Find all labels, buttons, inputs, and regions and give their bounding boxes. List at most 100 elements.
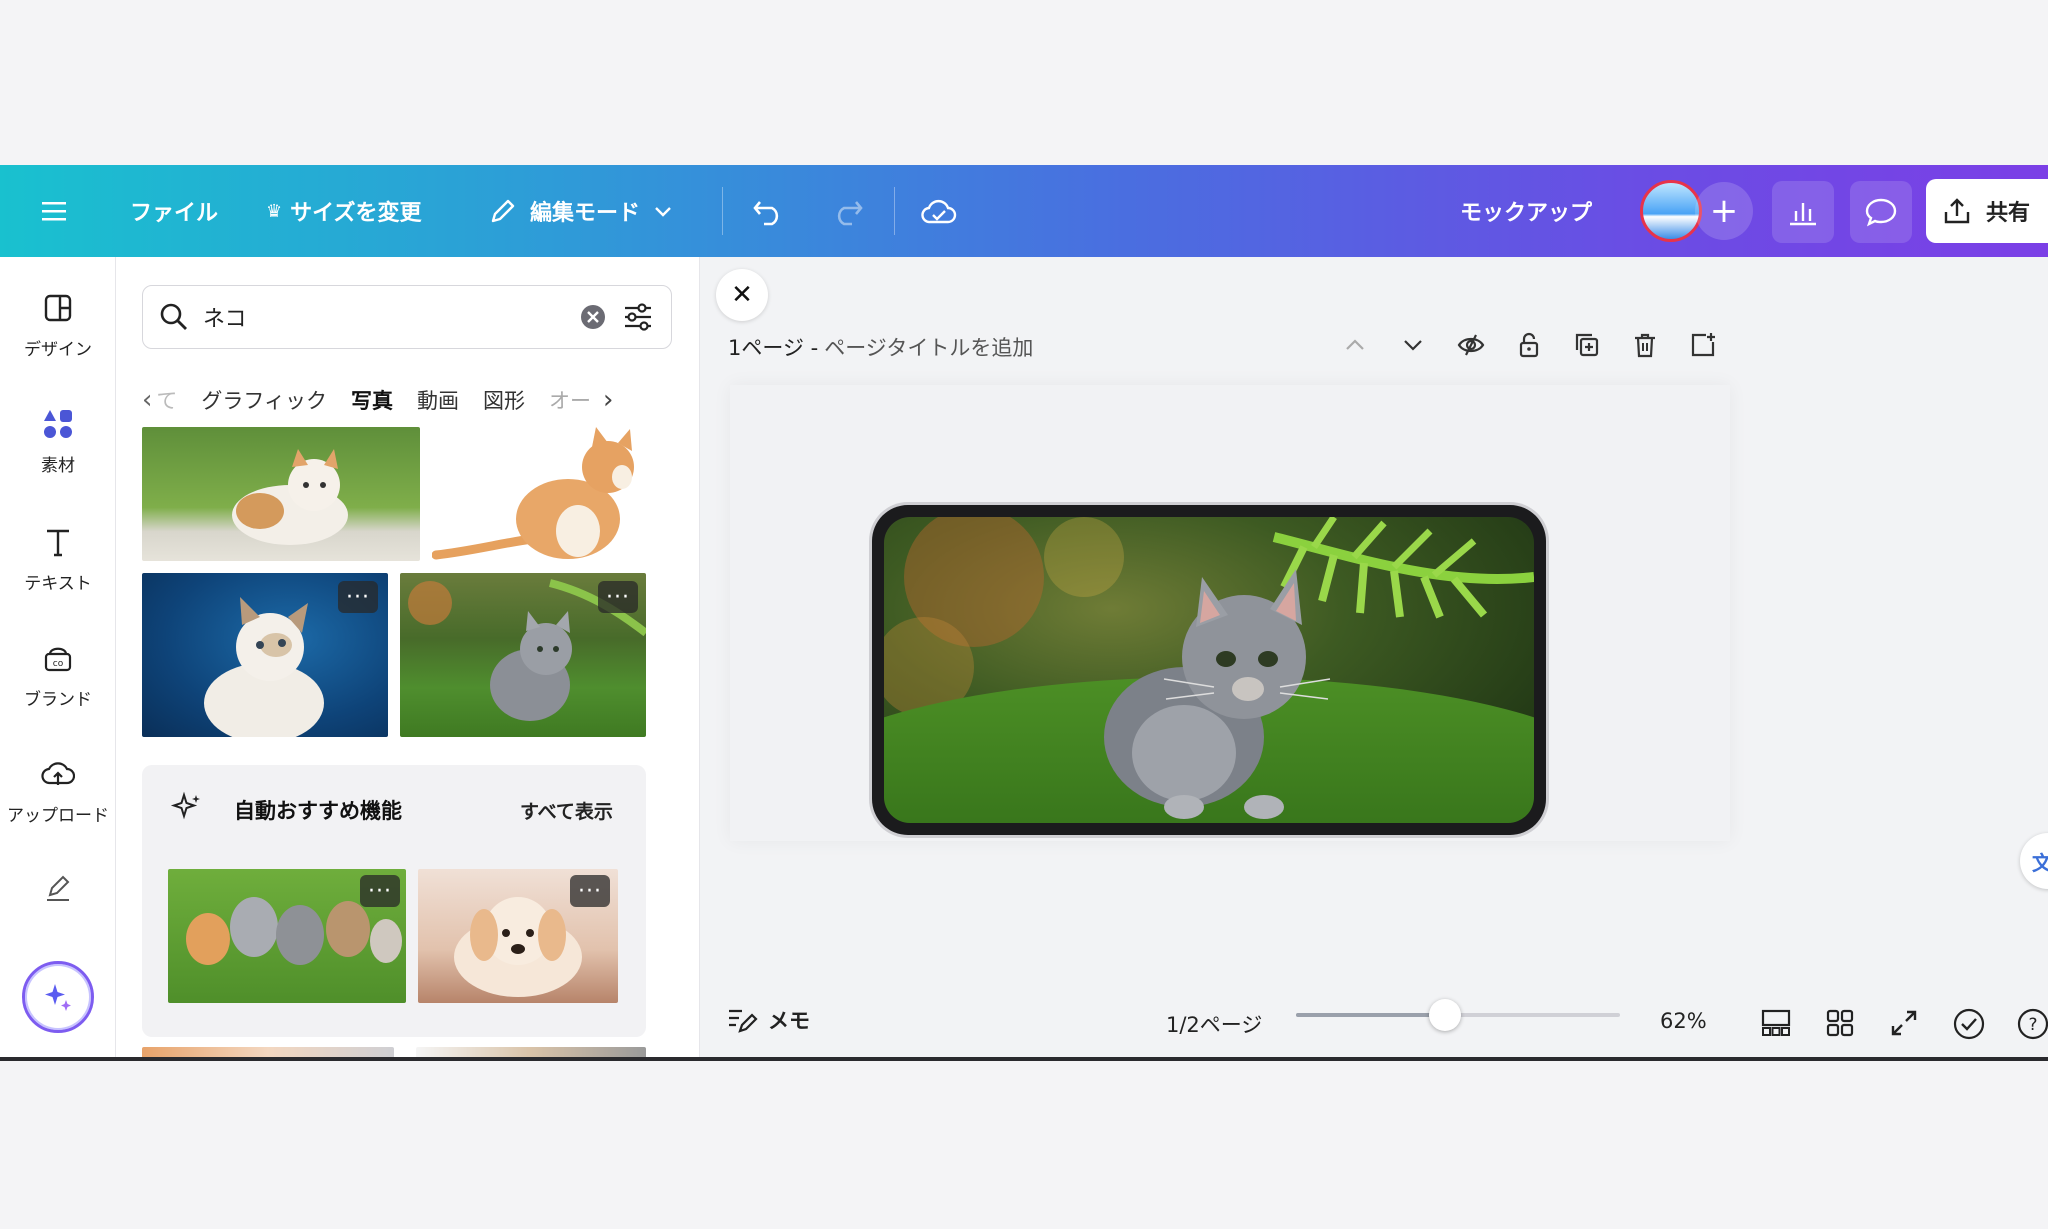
- tabs-right-chevron-icon[interactable]: ›: [603, 385, 613, 415]
- page-tools: [1340, 325, 1718, 365]
- file-menu-label: ファイル: [130, 201, 219, 226]
- tab-photos[interactable]: 写真: [339, 375, 405, 431]
- duplicate-icon[interactable]: [1572, 330, 1602, 360]
- rail-item-brand[interactable]: co ブランド: [0, 641, 116, 741]
- tab-label: 写真: [351, 389, 393, 413]
- edit-mode-dropdown[interactable]: 編集モード: [488, 165, 674, 257]
- grid-view-icon[interactable]: [1824, 1007, 1856, 1039]
- translate-glyph: 文: [2032, 850, 2048, 875]
- chevron-down-icon[interactable]: [1398, 330, 1428, 360]
- comment-icon[interactable]: [1850, 181, 1912, 243]
- crown-icon: ♛: [266, 200, 283, 222]
- tab-label: 動画: [417, 389, 459, 413]
- zoom-slider[interactable]: [1296, 999, 1620, 1031]
- zoom-slider-knob[interactable]: [1429, 999, 1462, 1031]
- tabs-left-chevron-icon[interactable]: ‹: [142, 385, 154, 415]
- fullscreen-icon[interactable]: [1888, 1007, 1920, 1039]
- check-circle-icon[interactable]: [1952, 1007, 1986, 1041]
- photo-fluffy-cat-blue[interactable]: ···: [142, 573, 388, 737]
- redo-icon[interactable]: [830, 165, 864, 257]
- clear-icon[interactable]: [579, 303, 607, 331]
- upload-icon: [41, 762, 75, 785]
- share-button[interactable]: 共有: [1926, 179, 2048, 243]
- category-tabs: ‹ て グラフィック 写真 動画 図形 オー ›: [142, 375, 682, 431]
- photo-grey-kitten-moss[interactable]: ···: [400, 573, 646, 737]
- tab-videos[interactable]: 動画: [405, 375, 471, 425]
- left-rail: デザイン 素材 テキスト co ブランド アップロード: [0, 257, 116, 1061]
- photo-kitten-on-grass[interactable]: [142, 427, 420, 561]
- search-input[interactable]: [203, 304, 565, 330]
- photo-kittens-group[interactable]: ···: [168, 869, 406, 1003]
- more-options-button[interactable]: ···: [360, 875, 400, 907]
- lock-icon[interactable]: [1514, 330, 1544, 360]
- tab-partial-left[interactable]: て: [154, 375, 189, 425]
- rail-item-text[interactable]: テキスト: [0, 525, 116, 625]
- cloud-saved-icon[interactable]: [920, 165, 958, 257]
- tab-label: 図形: [483, 389, 525, 413]
- more-options-button[interactable]: ···: [570, 875, 610, 907]
- tab-shapes[interactable]: 図形: [471, 375, 537, 425]
- rail-item-label: ブランド: [24, 690, 92, 710]
- tab-label: オー: [549, 389, 591, 413]
- share-label: 共有: [1986, 201, 2031, 226]
- magic-sparkle-button[interactable]: [22, 961, 94, 1033]
- avatar[interactable]: [1640, 180, 1702, 242]
- page-number-label: 1ページ -: [728, 336, 819, 360]
- rail-item-upload[interactable]: アップロード: [0, 757, 116, 857]
- more-options-button[interactable]: ···: [338, 581, 378, 613]
- add-page-icon[interactable]: [1688, 330, 1718, 360]
- zoom-value[interactable]: 62%: [1660, 1009, 1707, 1033]
- shapes-icon: [44, 410, 72, 438]
- auto-recommend-card: 自動おすすめ機能 すべて表示 ··· ···: [142, 765, 646, 1037]
- photo-puppy[interactable]: ···: [418, 869, 618, 1003]
- upload-share-icon: [1944, 198, 1970, 224]
- tab-audio[interactable]: オー: [537, 375, 603, 425]
- page-count[interactable]: 1/2ページ: [1166, 1009, 1262, 1039]
- design-page[interactable]: [730, 385, 1730, 841]
- rail-item-label: デザイン: [24, 340, 92, 360]
- notes-button[interactable]: メモ: [726, 1005, 810, 1035]
- see-all-link[interactable]: すべて表示: [520, 797, 613, 824]
- tab-label: て: [156, 389, 178, 413]
- more-options-button[interactable]: ···: [598, 581, 638, 613]
- more-label: ···: [346, 584, 370, 610]
- rail-item-draw[interactable]: [0, 871, 116, 971]
- rail-item-design[interactable]: デザイン: [0, 291, 116, 391]
- chevron-up-icon[interactable]: [1340, 330, 1370, 360]
- page-title-bar: 1ページ - ページタイトルを追加: [728, 327, 1033, 367]
- sparkle-icon: [45, 984, 71, 1011]
- resize-label: サイズを変更: [290, 201, 422, 226]
- frame-bottom-border: [0, 1057, 2048, 1061]
- filter-sliders-icon[interactable]: [621, 300, 655, 334]
- brand-icon: co: [44, 647, 72, 672]
- page-title-input[interactable]: ページタイトルを追加: [824, 332, 1033, 362]
- phone-screen-image: [884, 517, 1534, 823]
- resize-button[interactable]: ♛ サイズを変更: [266, 165, 421, 257]
- phone-mockup[interactable]: [872, 505, 1546, 835]
- svg-text:?: ?: [2028, 1015, 2037, 1035]
- page-view-icon[interactable]: [1760, 1007, 1792, 1039]
- help-icon[interactable]: ?: [2016, 1007, 2048, 1041]
- canvas-area: ✕ 1ページ - ページタイトルを追加 文 メモ 1/2ページ 62% ?: [700, 257, 2048, 1061]
- file-menu[interactable]: ファイル: [130, 165, 218, 257]
- tab-graphics[interactable]: グラフィック: [189, 375, 339, 425]
- search-icon: [160, 303, 187, 330]
- translate-button[interactable]: 文: [2020, 833, 2048, 889]
- rail-item-label: テキスト: [24, 574, 92, 594]
- menu-icon[interactable]: [40, 165, 68, 257]
- project-name[interactable]: モックアップ: [1460, 165, 1592, 257]
- draw-icon: [47, 875, 70, 901]
- sparkle-outline-icon: [170, 791, 200, 820]
- more-label: ···: [578, 878, 602, 904]
- svg-text:co: co: [53, 659, 64, 669]
- top-toolbar: ファイル ♛ サイズを変更 編集モード モックアップ + 共有: [0, 165, 2048, 257]
- trash-icon[interactable]: [1630, 330, 1660, 360]
- rail-item-elements[interactable]: 素材: [0, 407, 116, 507]
- edit-mode-label: 編集モード: [530, 201, 641, 226]
- close-panel-button[interactable]: ✕: [716, 269, 768, 321]
- add-collaborator-button[interactable]: +: [1695, 182, 1753, 240]
- hide-eye-icon[interactable]: [1456, 330, 1486, 360]
- undo-icon[interactable]: [752, 165, 786, 257]
- photo-orange-cat-sitting[interactable]: [432, 427, 646, 561]
- analytics-icon[interactable]: [1772, 181, 1834, 243]
